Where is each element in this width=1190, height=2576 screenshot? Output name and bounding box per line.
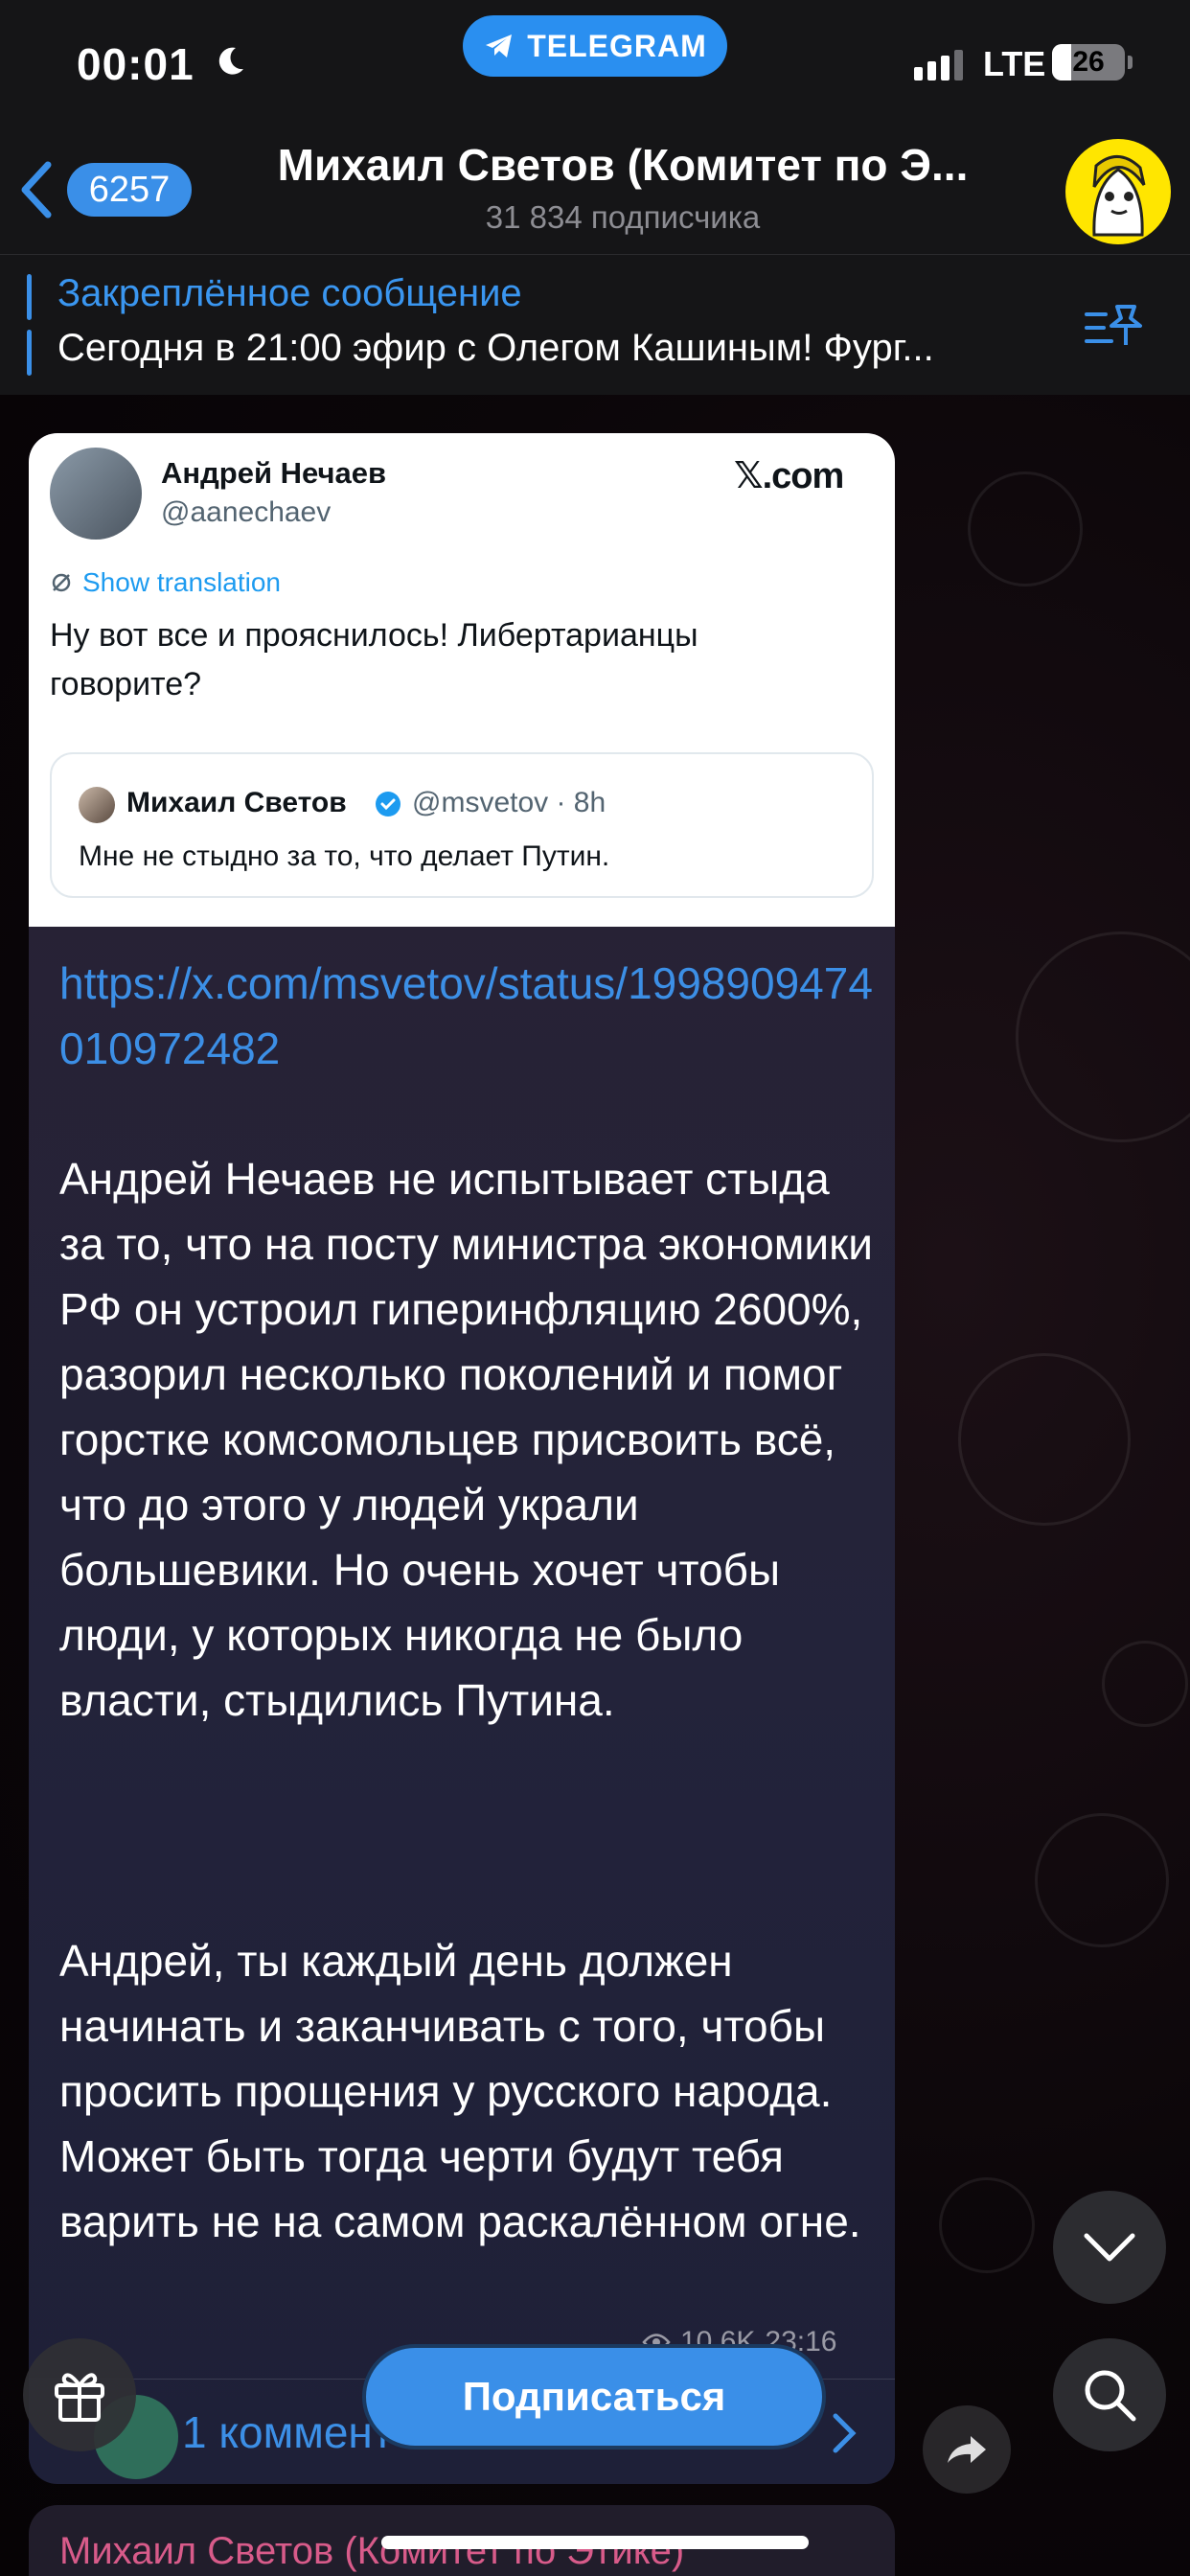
show-translation-label: Show translation [82, 567, 282, 597]
battery-fill [1052, 44, 1071, 80]
x-logo: 𝕏.com [734, 456, 844, 496]
forward-button[interactable] [923, 2405, 1011, 2494]
message-bubble[interactable]: Андрей Нечаев @aanechaev 𝕏.com Show tran… [29, 433, 895, 2484]
pinned-message-bar[interactable]: Закреплённое сообщение Сегодня в 21:00 э… [0, 254, 1190, 395]
home-indicator [381, 2536, 809, 2549]
gift-button[interactable] [23, 2338, 136, 2451]
quoted-tweet[interactable]: Михаил Светов @msvetov · 8h Мне не стыдн… [50, 752, 874, 898]
signal-icon [914, 50, 963, 80]
status-time: 00:01 [77, 39, 195, 89]
battery-tip [1128, 56, 1133, 69]
verified-badge-icon [376, 792, 400, 816]
tweet-text: Ну вот все и прояснилось! Либертарианцы … [50, 617, 698, 702]
battery-icon: 26 [1052, 44, 1125, 80]
subscribe-button[interactable]: Подписаться [362, 2344, 826, 2450]
network-type: LTE [983, 44, 1046, 83]
channel-title[interactable]: Михаил Светов (Комитет по Э... [220, 139, 1025, 191]
chevron-right-icon [833, 2413, 857, 2453]
message-paragraph-1: Андрей Нечаев не испытывает стыда за то,… [59, 1154, 873, 1725]
tweet-link[interactable]: https://x.com/msvetov/status/19989094740… [59, 951, 883, 1081]
tweet-author-avatar [50, 448, 142, 540]
subscriber-count: 31 834 подписчика [485, 199, 761, 235]
pinned-indicator [27, 274, 32, 376]
moon-icon [218, 47, 243, 75]
battery-level: 26 [1072, 46, 1105, 78]
quoted-author-avatar [79, 787, 115, 823]
avatar-illustration [1092, 155, 1146, 237]
tweet-embed[interactable]: Андрей Нечаев @aanechaev 𝕏.com Show tran… [29, 433, 895, 927]
scroll-down-button[interactable] [1053, 2191, 1166, 2304]
pinned-text: Сегодня в 21:00 эфир с Олегом Кашиным! Ф… [57, 327, 934, 369]
tweet-author-name: Андрей Нечаев [161, 456, 387, 490]
gift-icon [55, 2373, 104, 2422]
telegram-label: TELEGRAM [527, 28, 707, 63]
quoted-tweet-text: Мне не стыдно за то, что делает Путин. [79, 840, 610, 872]
forward-icon [948, 2436, 986, 2463]
pinned-list-icon[interactable] [1083, 301, 1146, 355]
message-paragraph-2: Андрей, ты каждый день должен начинать и… [59, 1936, 861, 2246]
translate-icon [52, 573, 71, 592]
unread-count-badge[interactable]: 6257 [67, 163, 192, 217]
telegram-icon [486, 34, 513, 58]
chevron-down-icon [1084, 2233, 1135, 2262]
pinned-title: Закреплённое сообщение [57, 272, 522, 314]
comments-count: 1 коммент [182, 2407, 393, 2457]
navigation-header: 00:01 TELEGRAM LTE 26 6257 Михаил Светов… [0, 0, 1190, 254]
channel-avatar[interactable] [1065, 139, 1171, 244]
quoted-author-name: Михаил Светов [126, 787, 347, 818]
search-icon [1085, 2370, 1136, 2422]
back-arrow-icon[interactable] [19, 159, 54, 220]
quoted-author-handle: @msvetov · 8h [412, 787, 606, 818]
tweet-author-handle: @aanechaev [161, 496, 332, 528]
show-translation-link[interactable]: Show translation [50, 567, 281, 598]
telegram-pill[interactable]: TELEGRAM [463, 15, 727, 77]
search-button[interactable] [1053, 2338, 1166, 2451]
